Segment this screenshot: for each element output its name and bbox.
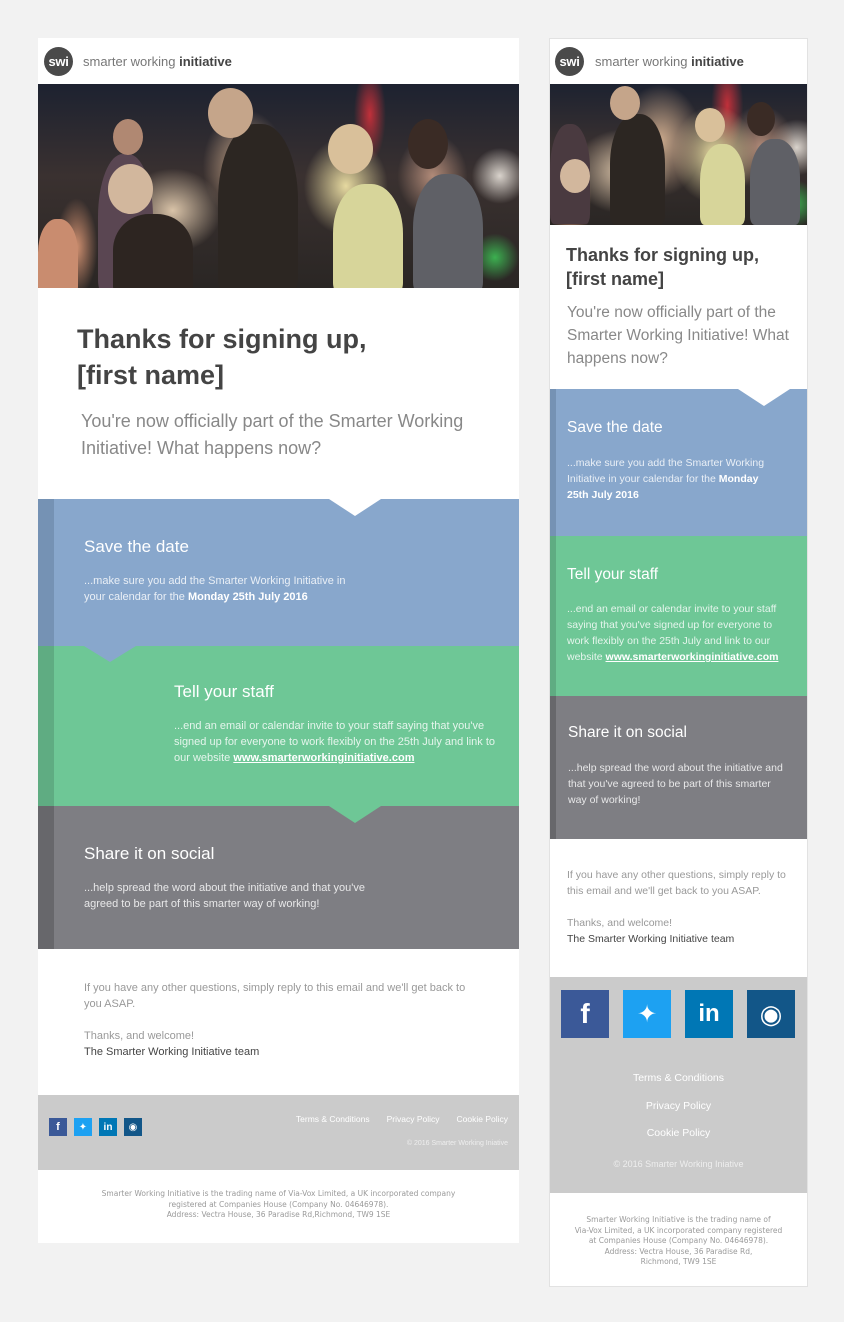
twitter-icon[interactable]: ✦ (623, 990, 671, 1038)
thanks-text: Thanks, and welcome! (567, 917, 673, 929)
questions-text: If you have any other questions, simply … (567, 869, 786, 897)
step-text: ...make sure you add the Smarter Working… (567, 457, 765, 501)
email-header: swi smarter working initiative (38, 38, 519, 84)
step-title: Share it on social (568, 724, 687, 741)
step-share-on-social: Share it on social ...help spread the wo… (38, 806, 519, 949)
terms-link[interactable]: Terms & Conditions (296, 1114, 370, 1124)
step-save-the-date: Save the date ...make sure you add the S… (550, 389, 807, 536)
notch-arrow (329, 806, 381, 823)
notch-arrow (738, 389, 790, 406)
step-tell-your-staff: Tell your staff ...end an email or calen… (38, 646, 519, 806)
step-text: ...help spread the word about the initia… (84, 882, 365, 910)
email-header: swi smarter working initiative (550, 39, 807, 84)
website-link[interactable]: www.smarterworkinginitiative.com (233, 752, 414, 764)
facebook-icon[interactable]: f (561, 990, 609, 1038)
step-save-the-date: Save the date ...make sure you add the S… (38, 499, 519, 646)
step-title: Save the date (84, 537, 189, 556)
step-text: ...make sure you add the Smarter Working… (84, 575, 346, 603)
social-icons: f ✦ in ◉ (49, 1118, 142, 1136)
team-signature: The Smarter Working Initiative team (84, 1046, 260, 1058)
brand-name: smarter working initiative (595, 54, 744, 69)
hero-image (550, 84, 807, 225)
cookie-link[interactable]: Cookie Policy (457, 1114, 509, 1124)
linkedin-icon[interactable]: in (99, 1118, 117, 1136)
step-title: Share it on social (84, 844, 215, 863)
instagram-icon[interactable]: ◉ (124, 1118, 142, 1136)
website-link[interactable]: www.smarterworkinginitiative.com (606, 651, 779, 663)
swi-logo[interactable]: swi (555, 47, 584, 76)
mobile-email-preview: swi smarter working initiative Thanks fo… (549, 38, 808, 1287)
page-title: Thanks for signing up, [first name] (77, 324, 367, 390)
step-text: ...end an email or calendar invite to yo… (567, 603, 779, 663)
step-tell-your-staff: Tell your staff ...end an email or calen… (550, 536, 807, 696)
signoff-section: If you have any other questions, simply … (38, 949, 519, 1095)
legal-notice: Smarter Working Initiative is the tradin… (101, 1189, 456, 1219)
email-footer: f ✦ in ◉ Terms & Conditions Privacy Poli… (550, 977, 807, 1193)
copyright: © 2016 Smarter Working Iniative (613, 1159, 744, 1169)
intro-section: Thanks for signing up, [first name] You'… (550, 225, 807, 389)
step-share-on-social: Share it on social ...help spread the wo… (550, 696, 807, 839)
step-title: Tell your staff (174, 682, 274, 701)
notch-arrow (329, 499, 381, 516)
questions-text: If you have any other questions, simply … (84, 982, 466, 1010)
footer-links: Terms & Conditions Privacy Policy Cookie… (296, 1114, 508, 1124)
copyright: © 2016 Smarter Working Iniative (406, 1140, 508, 1147)
hero-image (38, 84, 519, 288)
intro-section: Thanks for signing up, [first name] You'… (38, 288, 519, 499)
legal-notice: Smarter Working Initiative is the tradin… (574, 1215, 783, 1266)
step-text: ...end an email or calendar invite to yo… (174, 720, 496, 764)
desktop-email-preview: swi smarter working initiative Thanks fo… (38, 38, 519, 1243)
notch-arrow (84, 646, 136, 662)
social-icons: f ✦ in ◉ (561, 990, 795, 1038)
terms-link[interactable]: Terms & Conditions (633, 1072, 724, 1084)
twitter-icon[interactable]: ✦ (74, 1118, 92, 1136)
intro-lead: You're now officially part of the Smarte… (567, 304, 789, 367)
cookie-link[interactable]: Cookie Policy (647, 1127, 711, 1139)
privacy-link[interactable]: Privacy Policy (387, 1114, 440, 1124)
facebook-icon[interactable]: f (49, 1118, 67, 1136)
team-signature: The Smarter Working Initiative team (567, 933, 735, 945)
step-title: Tell your staff (567, 566, 659, 583)
thanks-text: Thanks, and welcome! (84, 1030, 195, 1042)
linkedin-icon[interactable]: in (685, 990, 733, 1038)
intro-lead: You're now officially part of the Smarte… (81, 411, 464, 458)
page-title: Thanks for signing up, [first name] (566, 245, 759, 289)
brand-name: smarter working initiative (83, 53, 232, 69)
email-footer: f ✦ in ◉ Terms & Conditions Privacy Poli… (38, 1095, 519, 1170)
instagram-icon[interactable]: ◉ (747, 990, 795, 1038)
signoff-section: If you have any other questions, simply … (550, 839, 807, 977)
step-title: Save the date (567, 419, 663, 436)
footer-links: Terms & Conditions Privacy Policy Cookie… (550, 1065, 807, 1148)
privacy-link[interactable]: Privacy Policy (646, 1100, 711, 1112)
swi-logo[interactable]: swi (44, 46, 73, 76)
step-text: ...help spread the word about the initia… (568, 762, 783, 806)
